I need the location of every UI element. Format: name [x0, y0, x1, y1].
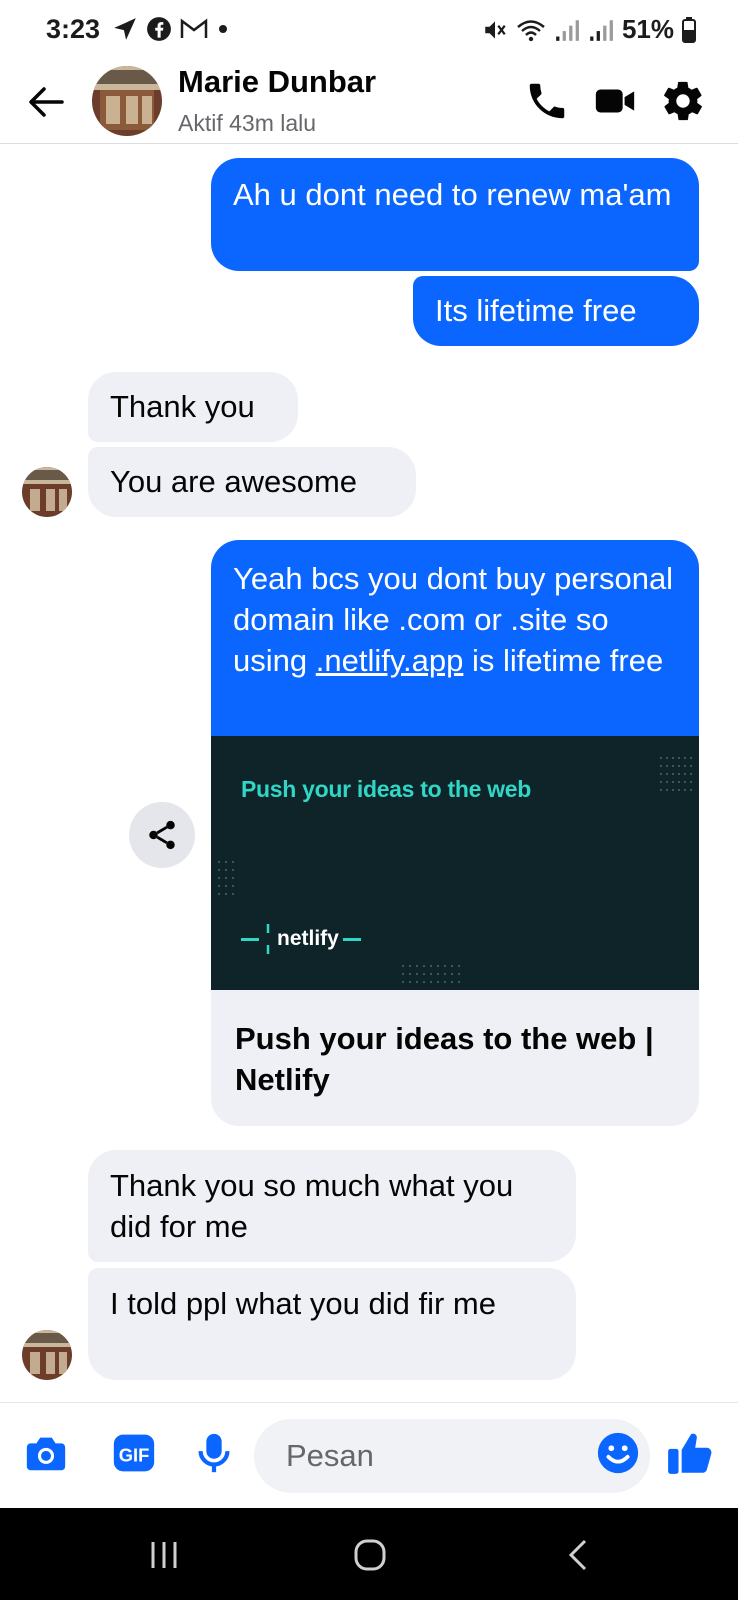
home-button[interactable] [340, 1530, 400, 1580]
notification-icons [112, 16, 230, 42]
back-chevron-icon [568, 1539, 587, 1571]
camera-icon [26, 1437, 66, 1471]
message-incoming[interactable]: Thank you so much what you did for me [88, 1150, 576, 1262]
facebook-icon [147, 17, 171, 41]
mute-icon [485, 20, 506, 39]
netlify-spark-icon [266, 924, 270, 954]
netlify-logo-text: netlify [277, 927, 339, 950]
video-icon [595, 89, 635, 113]
home-icon [354, 1539, 386, 1571]
battery-percent: 51% [621, 14, 674, 44]
link-message-text-after: is lifetime free [463, 643, 664, 678]
gmail-icon [180, 18, 208, 38]
dot-pattern [402, 965, 460, 983]
like-button[interactable] [664, 1427, 716, 1479]
message-incoming[interactable]: You are awesome [88, 447, 416, 517]
emoji-button[interactable] [592, 1427, 644, 1479]
emoji-icon [597, 1432, 639, 1474]
gear-icon [664, 81, 702, 121]
netlify-logo: netlify [241, 924, 361, 954]
phone-icon [529, 83, 565, 119]
link-message[interactable]: Yeah bcs you dont buy personal domain li… [211, 540, 699, 1126]
svg-text:GIF: GIF [119, 1444, 150, 1465]
netlify-link[interactable]: .netlify.app [316, 643, 464, 678]
signal-icon [590, 19, 613, 41]
system-icons: 51% [482, 14, 696, 45]
recent-apps-icon [151, 1542, 177, 1568]
contact-avatar-small [22, 467, 72, 517]
share-button[interactable] [129, 802, 195, 868]
recent-apps-button[interactable] [134, 1530, 194, 1580]
back-arrow-icon [29, 87, 64, 117]
status-time: 3:23 [46, 14, 101, 44]
contact-avatar[interactable] [92, 66, 162, 136]
back-button[interactable] [22, 78, 70, 126]
message-incoming[interactable]: Thank you [88, 372, 298, 442]
video-call-button[interactable] [590, 76, 640, 126]
link-message-text: Yeah bcs you dont buy personal domain li… [211, 540, 699, 736]
link-preview-image[interactable]: Push your ideas to the web netlify [211, 736, 699, 990]
voice-message-button[interactable] [188, 1427, 240, 1479]
gif-button[interactable]: GIF [108, 1427, 160, 1479]
back-nav-button[interactable] [548, 1530, 608, 1580]
contact-name[interactable]: Marie Dunbar [178, 64, 376, 100]
wifi-icon [517, 19, 545, 41]
gif-icon: GIF [113, 1434, 155, 1472]
like-icon [668, 1433, 712, 1474]
share-icon [149, 820, 175, 850]
message-incoming[interactable]: I told ppl what you did fir me [88, 1268, 576, 1380]
message-outgoing[interactable]: Ah u dont need to renew ma'am [211, 158, 699, 271]
composer-bar: GIF [0, 1402, 738, 1508]
contact-status: Aktif 43m lalu [178, 110, 317, 136]
settings-button[interactable] [658, 76, 708, 126]
signal-icon [556, 19, 579, 41]
contact-avatar-small [22, 1330, 72, 1380]
dot-icon [219, 25, 227, 33]
dot-pattern [660, 757, 692, 791]
status-bar: 3:23 51% [0, 0, 738, 60]
dot-pattern [218, 861, 234, 895]
navigation-arrow-icon [114, 18, 136, 40]
message-input[interactable] [254, 1419, 650, 1493]
chat-header: Marie Dunbar Aktif 43m lalu [0, 60, 738, 144]
camera-button[interactable] [20, 1427, 72, 1479]
microphone-icon [198, 1433, 230, 1473]
system-navigation-bar [0, 1508, 738, 1600]
link-preview-title[interactable]: Push your ideas to the web | Netlify [211, 990, 699, 1100]
voice-call-button[interactable] [522, 76, 572, 126]
message-outgoing[interactable]: Its lifetime free [413, 276, 699, 346]
preview-image-title: Push your ideas to the web [241, 776, 531, 802]
battery-icon [682, 16, 696, 43]
